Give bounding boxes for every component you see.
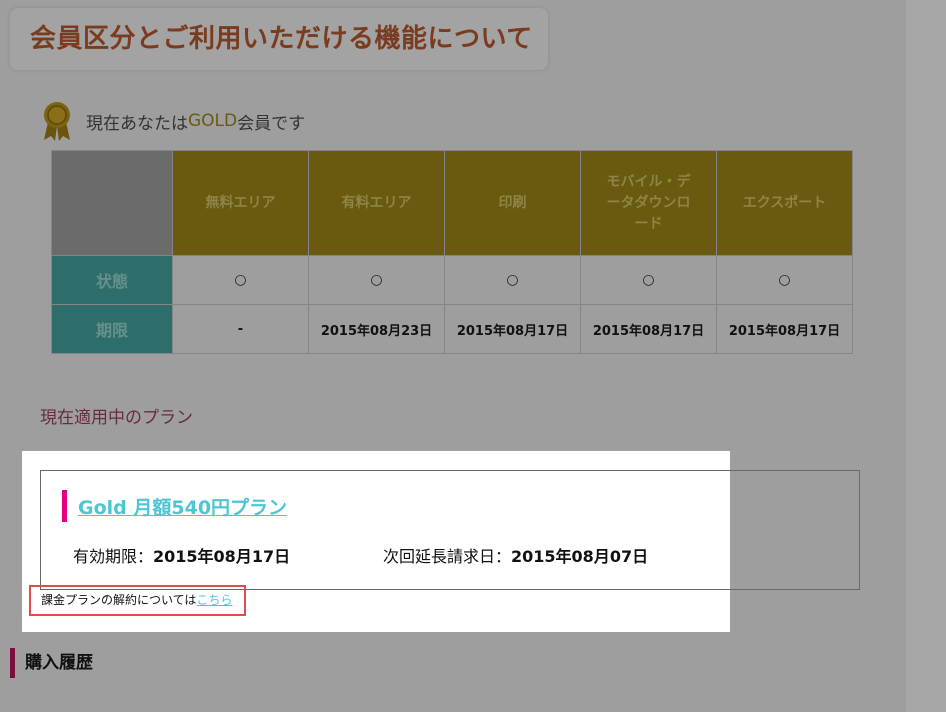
expiry-cell: 2015年08月17日 <box>580 304 717 354</box>
membership-level: GOLD <box>188 111 238 131</box>
column-header-free-area: 無料エリア <box>172 150 309 256</box>
cancel-plan-link[interactable]: こちら <box>196 593 232 607</box>
gold-medal-icon <box>44 102 70 141</box>
row-label-expiry: 期限 <box>51 304 173 354</box>
column-header-mobile-download-line-2: ータダウンロ <box>606 194 691 211</box>
plan-expiry: 有効期限：2015年08月17日 <box>73 543 290 567</box>
plan-renewal: 次回延長請求日：2015年08月07日 <box>383 543 648 567</box>
membership-suffix: 会員です <box>237 113 306 134</box>
page-right-margin <box>906 0 946 712</box>
row-label-status: 状態 <box>51 255 173 305</box>
membership-status: 現在あなたは GOLD 会員です <box>40 100 305 142</box>
plan-expiry-label: 有効期限： <box>73 547 154 566</box>
column-header-mobile-download-line-1: モバイル・デ <box>606 173 691 190</box>
column-header-mobile-download: モバイル・デ ータダウンロ ード <box>580 150 717 256</box>
status-cell: ○ <box>580 255 717 305</box>
expiry-cell: 2015年08月17日 <box>444 304 581 354</box>
plan-name-link[interactable]: Gold 月額540円プラン <box>78 493 287 520</box>
table-row-expiry: 期限 - 2015年08月23日 2015年08月17日 2015年08月17日… <box>51 304 853 354</box>
status-cell: ○ <box>172 255 309 305</box>
column-header-export: エクスポート <box>716 150 853 256</box>
membership-prefix: 現在あなたは <box>86 113 188 134</box>
table-header-row: 無料エリア 有料エリア 印刷 モバイル・デ ータダウンロ ード エクスポート <box>51 150 853 256</box>
expiry-cell: - <box>172 304 309 354</box>
page-title: 会員区分とご利用いただける機能について <box>10 8 548 70</box>
current-plan-heading: 現在適用中のプラン <box>40 408 193 428</box>
expiry-cell: 2015年08月23日 <box>308 304 445 354</box>
column-header-paid-area: 有料エリア <box>308 150 445 256</box>
plan-expiry-value: 2015年08月17日 <box>153 547 291 566</box>
table-row-status: 状態 ○ ○ ○ ○ ○ <box>51 255 853 305</box>
plan-name-block: Gold 月額540円プラン <box>62 490 287 522</box>
cancel-plan-text: 課金プランの解約については <box>41 593 197 607</box>
expiry-cell: 2015年08月17日 <box>716 304 853 354</box>
column-header-print: 印刷 <box>444 150 581 256</box>
cancel-plan-note: 課金プランの解約についてはこちら <box>29 585 246 616</box>
column-header-mobile-download-line-3: ード <box>634 215 663 232</box>
feature-table: 無料エリア 有料エリア 印刷 モバイル・デ ータダウンロ ード エクスポート 状… <box>51 150 853 354</box>
status-cell: ○ <box>444 255 581 305</box>
plan-box <box>40 470 860 590</box>
table-corner-cell <box>51 150 173 256</box>
status-cell: ○ <box>308 255 445 305</box>
status-cell: ○ <box>716 255 853 305</box>
purchase-history-heading: 購入履歴 <box>10 648 93 678</box>
plan-renewal-value: 2015年08月07日 <box>511 547 649 566</box>
plan-renewal-label: 次回延長請求日： <box>383 547 512 566</box>
